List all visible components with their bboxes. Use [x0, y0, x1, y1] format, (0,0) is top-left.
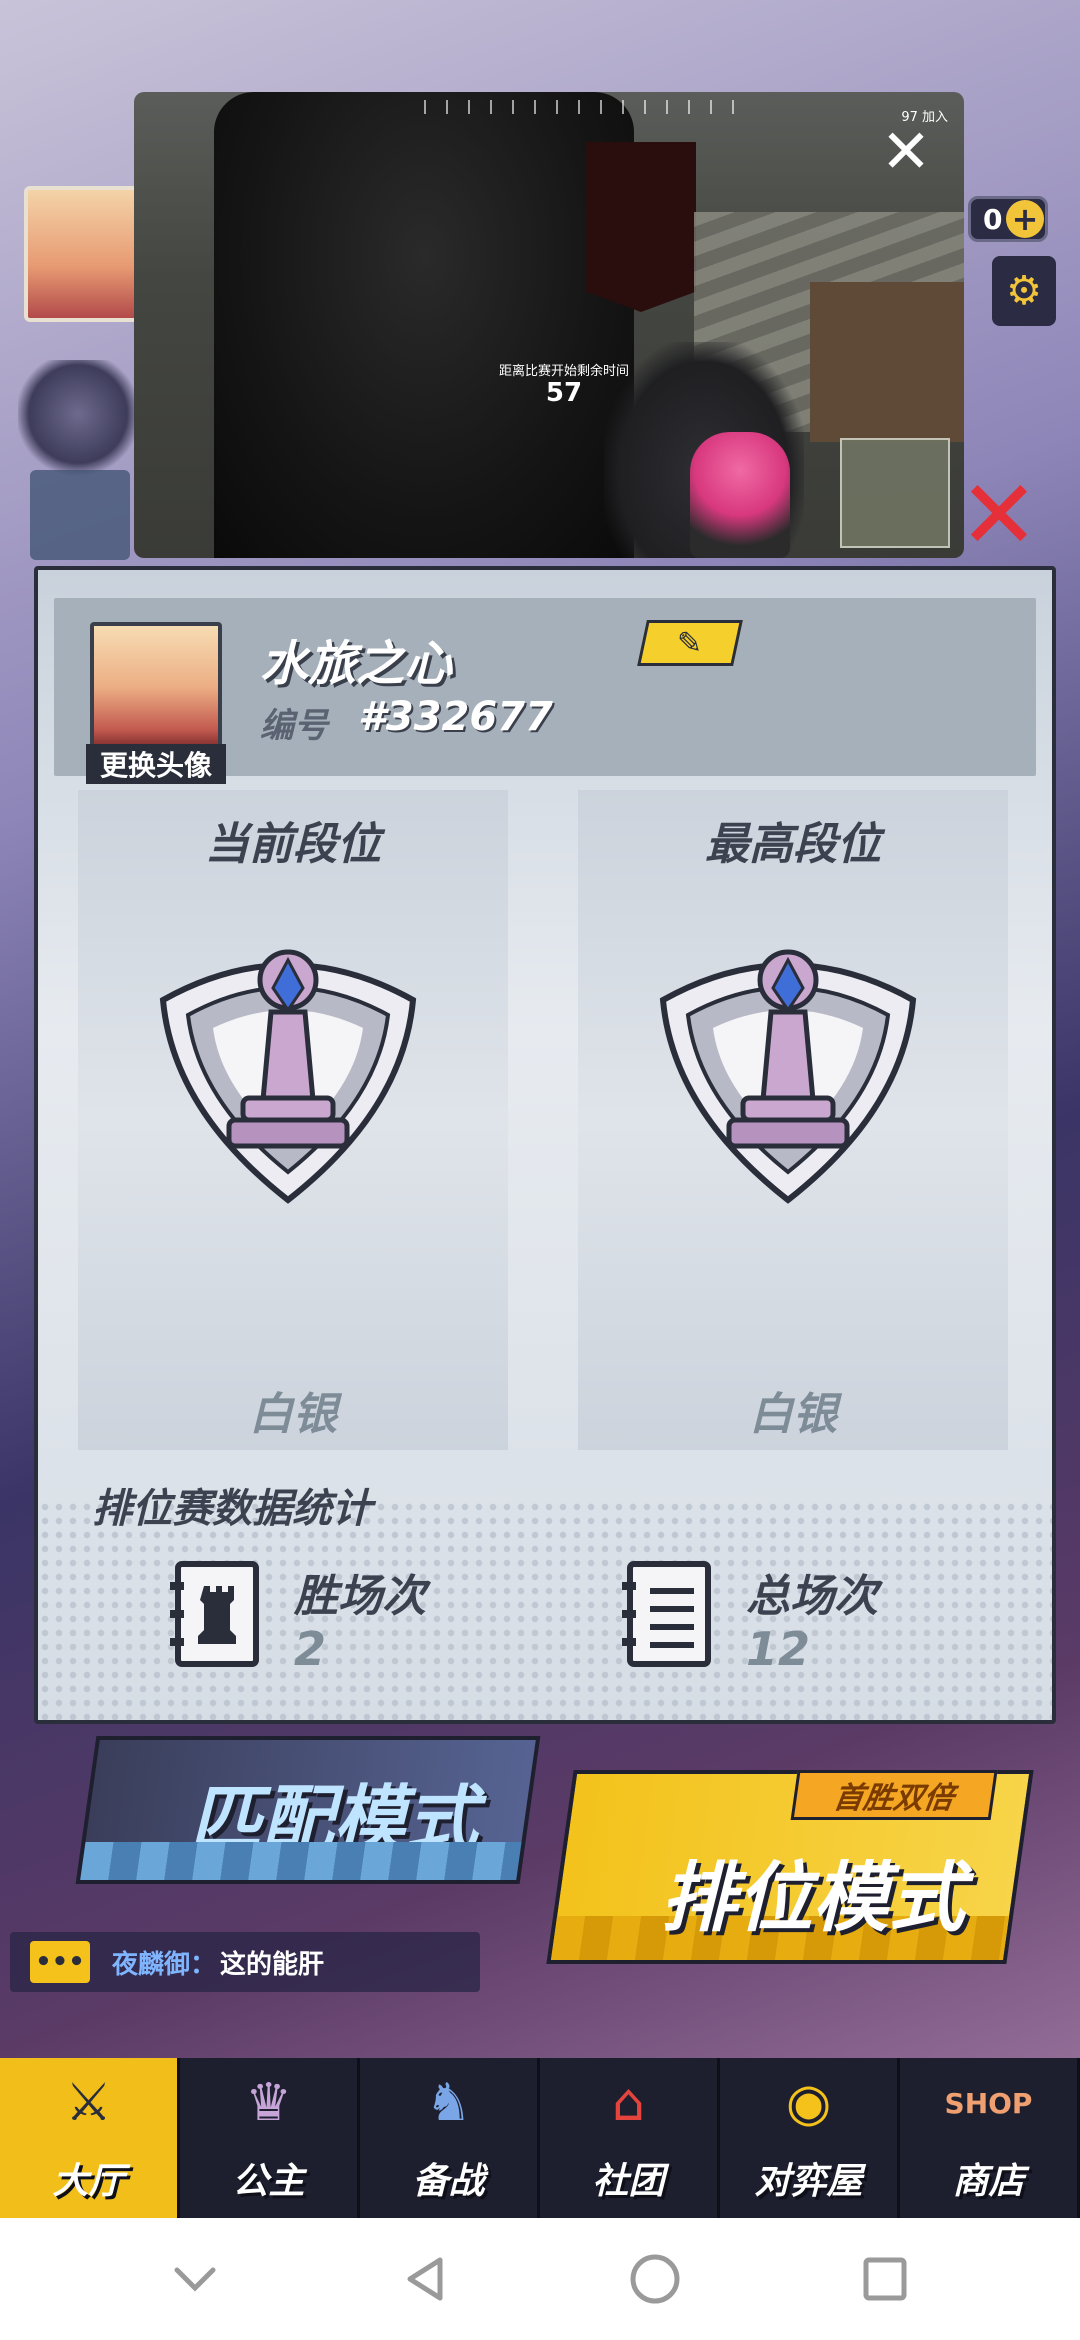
recents-icon[interactable] [845, 2239, 925, 2319]
nav-princess[interactable]: ♛ 公主 [180, 2058, 360, 2218]
lobby-player-avatar[interactable] [24, 186, 140, 322]
pencil-icon: ✎ [677, 625, 703, 661]
nav-prepare-label: 备战 [412, 2161, 485, 2202]
rank-mode-label: 排位模式 [660, 1853, 965, 1942]
player-id: #332677 [358, 694, 553, 740]
nav-prepare[interactable]: ♞ 备战 [360, 2058, 540, 2218]
video-crate [810, 282, 964, 442]
close-video-button[interactable]: ✕ [876, 122, 936, 182]
crystal-ball-icon: ◉ [785, 2073, 832, 2133]
chess-pieces-icon: ♞ [425, 2073, 472, 2133]
silver-rank-badge-icon [659, 949, 917, 1204]
sword-shield-icon: ⚔ [65, 2073, 112, 2133]
countdown-label: 距离比赛开始剩余时间 [498, 364, 629, 379]
video-player-character [214, 92, 634, 558]
nav-chess-house-label: 对弈屋 [754, 2161, 863, 2202]
rook-notebook-icon [170, 1561, 259, 1667]
notebook-list-icon [622, 1561, 711, 1667]
first-win-double-ribbon: 首胜双倍 [790, 1770, 998, 1820]
nav-chess-house[interactable]: ◉ 对弈屋 [720, 2058, 900, 2218]
nav-guild[interactable]: ⌂ 社团 [540, 2058, 720, 2218]
chat-bubble-icon: ••• [30, 1941, 90, 1983]
change-avatar-button[interactable]: 更换头像 [86, 744, 226, 784]
add-coins-icon[interactable]: + [1006, 200, 1044, 238]
video-minimap [840, 438, 950, 548]
video-banner [586, 142, 696, 312]
nav-shop[interactable]: SHOP 商店 [900, 2058, 1080, 2218]
nav-princess-label: 公主 [232, 2161, 305, 2202]
bottom-nav: ⚔ 大厅 ♛ 公主 ♞ 备战 ⌂ 社团 ◉ 对弈屋 SHOP 商店 [0, 2058, 1080, 2218]
video-compass [424, 100, 754, 114]
chat-sender: 夜麟御： [112, 1949, 217, 1980]
player-id-label: 编号 [260, 706, 328, 746]
guild-emblem-icon[interactable] [18, 360, 138, 480]
video-streamer-avatar [690, 432, 790, 558]
wins-value: 2 [294, 1622, 327, 1676]
nav-lobby[interactable]: ⚔ 大厅 [0, 2058, 180, 2218]
nav-guild-label: 社团 [592, 2161, 665, 2202]
match-mode-button[interactable]: 匹配模式 [75, 1736, 541, 1884]
guild-house-icon: ⌂ [611, 2073, 645, 2133]
coin-value: 0 [983, 202, 1003, 236]
home-icon[interactable] [615, 2239, 695, 2319]
video-overlay[interactable]: 距离比赛开始剩余时间 57 97 加入 ✕ [134, 92, 964, 558]
gear-icon[interactable]: ⚙ [992, 256, 1056, 326]
highest-rank-title: 最高段位 [705, 819, 881, 870]
stats-title: 排位赛数据统计 [92, 1486, 372, 1532]
player-avatar[interactable] [90, 622, 222, 752]
hide-keyboard-icon[interactable] [155, 2239, 235, 2319]
close-dialog-x-icon[interactable]: ✕ [954, 467, 1044, 563]
edit-name-button[interactable]: ✎ [637, 620, 743, 666]
chat-bar[interactable]: ••• 夜麟御： 这的能肝 [10, 1932, 480, 1992]
profile-dialog: 更换头像 水旅之心 编号 #332677 ✎ 当前段位 白银 最高段位 白银 排… [34, 566, 1056, 1724]
highest-rank-name: 白银 [749, 1389, 837, 1440]
player-name: 水旅之心 [260, 636, 453, 692]
princess-icon: ♛ [245, 2073, 292, 2133]
rank-mode-button[interactable]: 首胜双倍 排位模式 [546, 1770, 1034, 1964]
knight-icon[interactable] [30, 470, 130, 560]
nav-lobby-label: 大厅 [52, 2161, 125, 2202]
countdown-value: 57 [545, 378, 583, 408]
total-label: 总场次 [746, 1571, 878, 1622]
chat-message: 这的能肝 [220, 1949, 325, 1980]
match-mode-stripe [80, 1842, 522, 1880]
highest-rank-panel: 最高段位 白银 [578, 790, 1008, 1450]
current-rank-panel: 当前段位 白银 [78, 790, 508, 1450]
current-rank-title: 当前段位 [205, 819, 381, 870]
back-icon[interactable] [385, 2239, 465, 2319]
current-rank-name: 白银 [249, 1389, 337, 1440]
silver-rank-badge-icon [159, 949, 417, 1204]
nav-shop-label: 商店 [952, 2161, 1025, 2202]
wins-label: 胜场次 [294, 1571, 426, 1622]
system-nav-bar [0, 2218, 1080, 2340]
total-value: 12 [746, 1622, 811, 1676]
shop-icon: SHOP [944, 2086, 1033, 2120]
